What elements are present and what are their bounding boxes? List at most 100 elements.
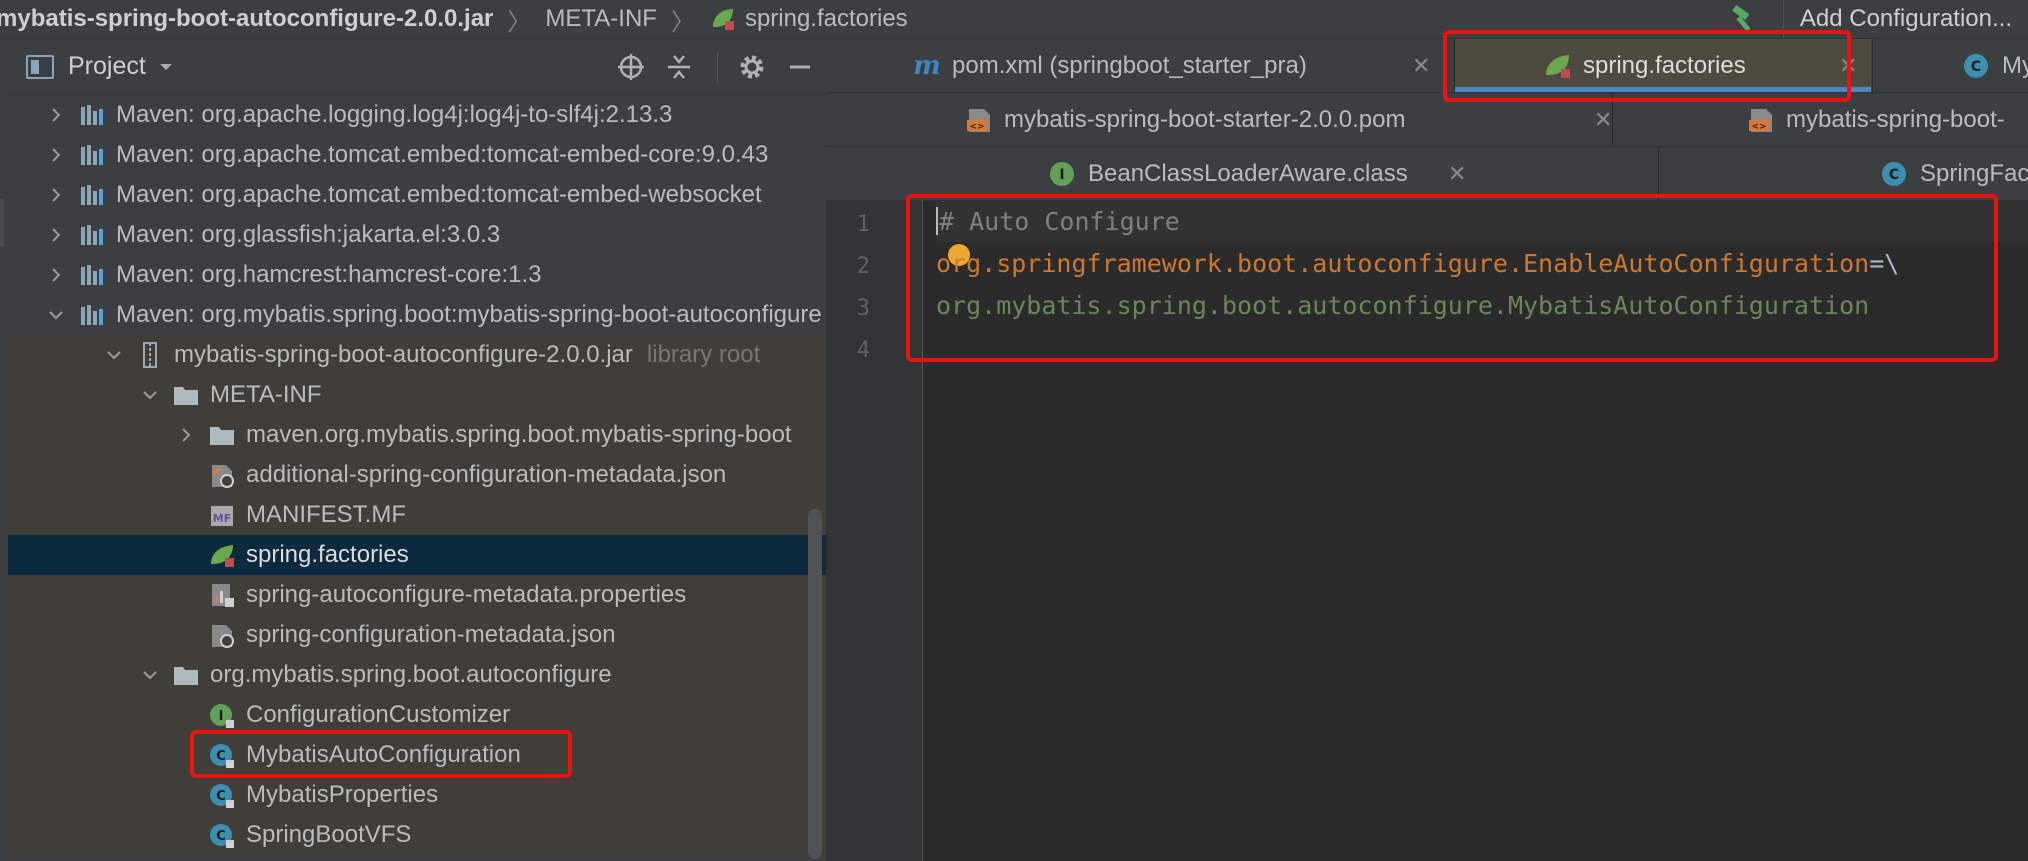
editor-gutter: 1 2 3 4 [826,200,923,861]
line-number: 3 [856,296,870,321]
pom-icon: <> [1746,105,1776,135]
tree-item-label: Maven: org.apache.tomcat.embed:tomcat-em… [116,141,769,168]
json-config-icon [208,621,236,649]
settings-button[interactable] [730,45,774,89]
build-hammer-icon[interactable] [1729,4,1759,34]
svg-text:I: I [219,709,224,724]
chevron-right-icon[interactable] [42,261,70,289]
maven-library-icon [78,261,106,289]
tab-label: SpringFac [1920,159,2028,187]
tree-item-maven-library[interactable]: Maven: org.glassfish:jakarta.el:3.0.3 [8,215,826,255]
properties-icon [208,581,236,609]
tree-item-file[interactable]: spring-configuration-metadata.json [8,615,826,655]
breadcrumb-file[interactable]: spring.factories [709,5,908,33]
tree-item-class[interactable]: C MybatisProperties [8,775,826,815]
spring-leaf-icon [208,541,236,569]
tab-spring-factories[interactable]: spring.factories ✕ [1455,39,1871,92]
project-panel: Project Maven: org.apache.logging.log4j:… [8,39,827,861]
breadcrumb-jar[interactable]: mybatis-spring-boot-autoconfigure-2.0.0.… [0,5,493,33]
tree-item-file-selected[interactable]: spring.factories [8,535,826,575]
chevron-down-icon[interactable] [136,661,164,689]
tree-item-class[interactable]: C SpringBootVFS [8,815,826,855]
tree-item-label: MybatisProperties [246,781,439,808]
close-icon[interactable]: ✕ [1839,53,1857,79]
locate-file-button[interactable] [609,45,653,89]
editor-tab-row: m pom.xml (springboot_starter_pra) ✕ spr… [826,39,2028,93]
svg-text:C: C [216,829,226,844]
tree-item-maven-library[interactable]: Maven: org.apache.tomcat.embed:tomcat-em… [8,175,826,215]
close-icon[interactable]: ✕ [1594,107,1612,133]
crosshair-icon [618,53,644,80]
svg-text:m: m [913,51,941,81]
collapse-all-button[interactable] [657,45,701,89]
chevron-down-icon[interactable] [100,341,128,369]
chevron-right-icon[interactable] [172,421,200,449]
breadcrumb-separator: 〉 [507,8,532,36]
maven-library-icon [78,141,106,169]
package-icon [172,661,200,689]
gear-icon [740,55,764,78]
tree-item-interface[interactable]: I ConfigurationCustomizer [8,695,826,735]
tree-item-file[interactable]: additional-spring-configuration-metadata… [8,455,826,495]
breadcrumb-folder[interactable]: META-INF [545,5,657,33]
svg-text:<>: <> [969,122,984,132]
tree-item-maven-library-expanded[interactable]: Maven: org.mybatis.spring.boot:mybatis-s… [8,295,826,335]
assignment-operator: =\ [1869,248,1900,278]
tab-my[interactable]: C My [1962,39,2028,92]
svg-text:C: C [1971,59,1981,75]
interface-icon: I [208,701,236,729]
tab-pom-xml[interactable]: m pom.xml (springboot_starter_pra) ✕ [912,39,1430,92]
tree-item-package[interactable]: org.mybatis.spring.boot.autoconfigure [8,655,826,695]
breadcrumb-separator: 〉 [670,8,695,36]
close-icon[interactable]: ✕ [1412,53,1430,79]
project-view-icon [26,54,54,79]
text-caret [936,207,938,235]
tree-item-file[interactable]: spring-autoconfigure-metadata.properties [8,575,826,615]
chevron-right-icon[interactable] [42,221,70,249]
tree-item-maven-library[interactable]: Maven: org.hamcrest:hamcrest-core:1.3 [8,255,826,295]
library-root-hint: library root [646,341,761,368]
collapse-all-icon [668,54,690,79]
tree-scrollbar[interactable] [808,509,822,859]
chevron-right-icon[interactable] [42,101,70,129]
tree-item-folder[interactable]: META-INF [8,375,826,415]
tree-item-folder[interactable]: maven.org.mybatis.spring.boot.mybatis-sp… [8,415,826,455]
library-contents: mybatis-spring-boot-autoconfigure-2.0.0.… [8,335,826,535]
chevron-right-icon[interactable] [42,141,70,169]
tree-item-jar[interactable]: mybatis-spring-boot-autoconfigure-2.0.0.… [8,335,826,375]
add-configuration-button[interactable]: Add Configuration... [1782,0,2028,38]
tree-item-class[interactable]: C MybatisAutoConfiguration [8,735,826,775]
chevron-down-icon[interactable] [158,59,174,75]
code-editor[interactable]: # Auto Configure org.springframework.boo… [936,200,2028,861]
svg-text:<>: <> [1751,122,1766,132]
tool-stripe-marker [0,199,4,247]
tab-beanclassloaderaware[interactable]: I BeanClassLoaderAware.class ✕ [1048,147,1468,200]
hide-panel-button[interactable] [778,45,822,89]
line-number: 2 [856,254,870,279]
maven-library-icon [78,181,106,209]
svg-text:MF: MF [213,512,231,525]
project-panel-title[interactable]: Project [68,52,146,81]
spring-leaf-icon [712,9,734,30]
folder-icon [172,381,200,409]
library-contents: spring-autoconfigure-metadata.properties… [8,575,826,855]
tree-item-maven-library[interactable]: Maven: org.apache.tomcat.embed:tomcat-em… [8,135,826,175]
tree-item-file[interactable]: MF MANIFEST.MF [8,495,826,535]
tree-item-label: Maven: org.apache.tomcat.embed:tomcat-em… [116,181,762,208]
chevron-down-icon[interactable] [42,301,70,329]
tab-label: mybatis-spring-boot- [1786,105,2005,133]
navigation-bar: mybatis-spring-boot-autoconfigure-2.0.0.… [0,0,2028,39]
chevron-right-icon[interactable] [42,181,70,209]
close-icon[interactable]: ✕ [1448,161,1466,187]
tree-item-label: Maven: org.hamcrest:hamcrest-core:1.3 [116,261,542,288]
tree-item-maven-library[interactable]: Maven: org.apache.logging.log4j:log4j-to… [8,95,826,135]
tab-mybatis-starter-pom[interactable]: <> mybatis-spring-boot-starter-2.0.0.pom… [964,93,1612,146]
class-icon: C [1880,159,1910,189]
tab-mybatis-spring-boot[interactable]: <> mybatis-spring-boot- [1746,93,2028,146]
spring-leaf-icon [1543,51,1573,81]
svg-text:C: C [216,749,226,764]
active-tab-underline [1455,87,1871,92]
header-divider [717,51,718,82]
tab-springfac[interactable]: C SpringFac [1880,147,2028,200]
chevron-down-icon[interactable] [136,381,164,409]
